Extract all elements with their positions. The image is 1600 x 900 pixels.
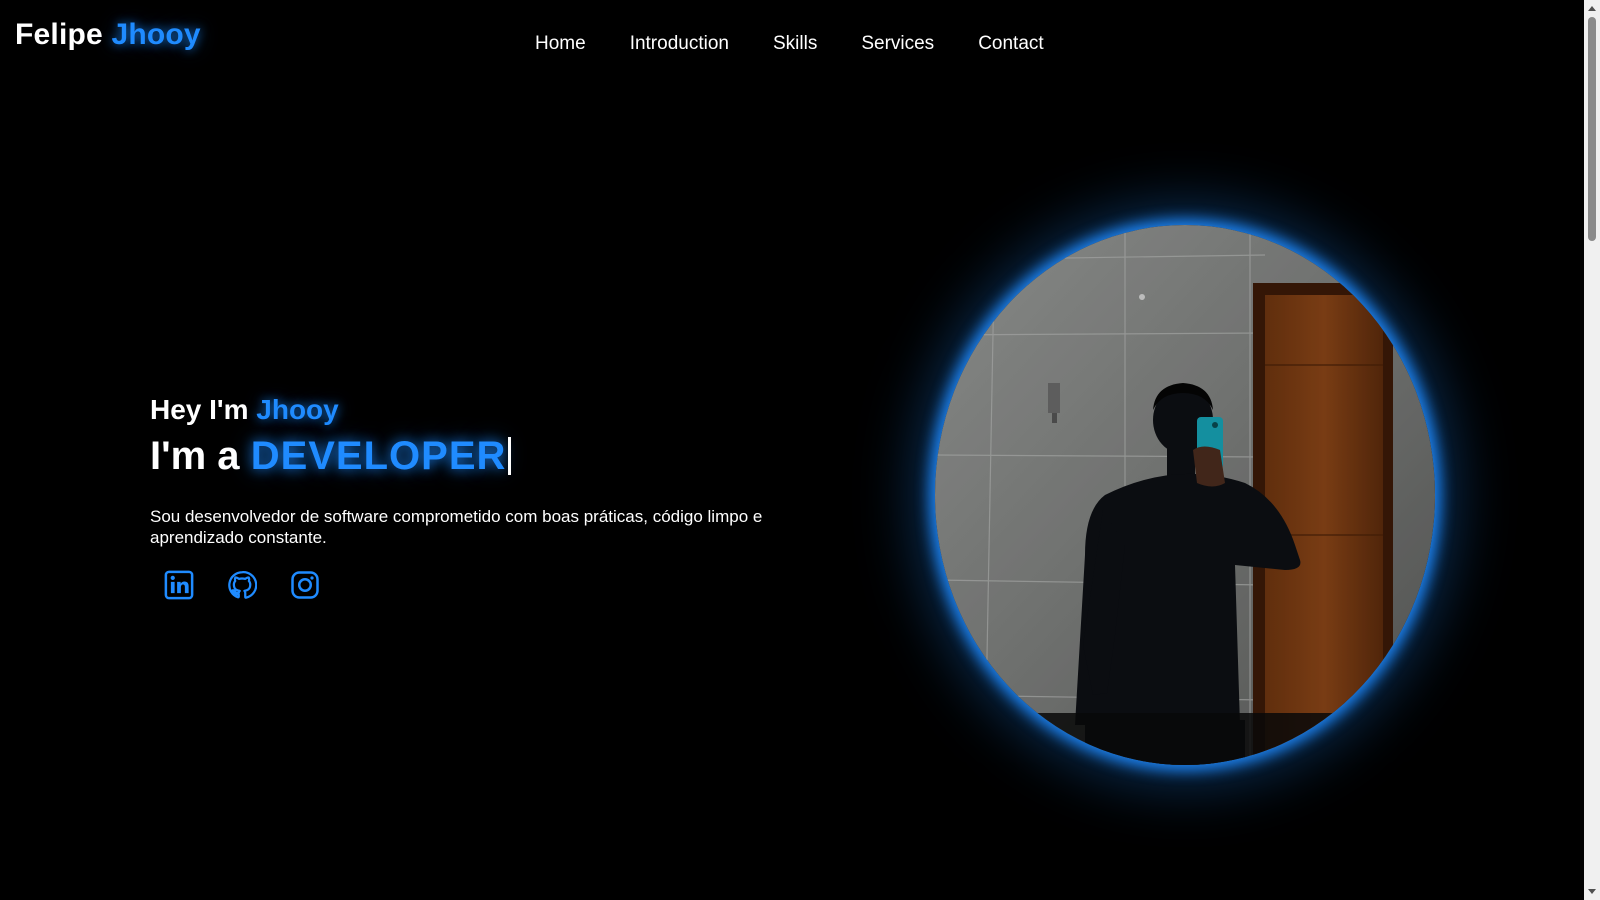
- greeting-name: Jhooy: [256, 394, 339, 425]
- nav-skills[interactable]: Skills: [773, 33, 817, 55]
- github-icon: [228, 571, 257, 599]
- role-heading: I'm a DEVELOPER: [150, 430, 810, 482]
- logo-first-name: Felipe: [15, 18, 103, 51]
- github-link[interactable]: [227, 570, 257, 600]
- content: Felipe Jhooy Home Introduction Skills Se…: [0, 0, 1584, 900]
- greeting-prefix: Hey I'm: [150, 394, 249, 425]
- instagram-link[interactable]: [290, 570, 320, 600]
- page: Felipe Jhooy Home Introduction Skills Se…: [0, 0, 1600, 900]
- profile-photo: [935, 225, 1435, 765]
- instagram-icon: [291, 571, 319, 599]
- main-nav: Home Introduction Skills Services Contac…: [535, 33, 1044, 55]
- vertical-scrollbar[interactable]: [1584, 0, 1600, 900]
- role-word: DEVELOPER: [250, 434, 507, 478]
- site-logo[interactable]: Felipe Jhooy: [15, 18, 201, 52]
- scroll-up-arrow-icon[interactable]: [1588, 6, 1596, 11]
- hero-description: Sou desenvolvedor de software comprometi…: [150, 507, 763, 547]
- nav-services[interactable]: Services: [861, 33, 934, 55]
- role-prefix: I'm a: [150, 434, 240, 478]
- nav-introduction[interactable]: Introduction: [630, 33, 729, 55]
- social-links: [164, 570, 810, 600]
- linkedin-icon: [164, 570, 194, 600]
- linkedin-link[interactable]: [164, 570, 194, 600]
- greeting-heading: Hey I'm Jhooy: [150, 392, 810, 428]
- scrollbar-thumb[interactable]: [1588, 17, 1596, 241]
- nav-home[interactable]: Home: [535, 33, 586, 55]
- scroll-down-arrow-icon[interactable]: [1588, 889, 1596, 894]
- logo-accent-name: Jhooy: [111, 18, 201, 51]
- hero-section: Hey I'm Jhooy I'm a DEVELOPER Sou desenv…: [150, 392, 810, 600]
- nav-contact[interactable]: Contact: [978, 33, 1043, 55]
- typing-caret: [508, 437, 512, 475]
- profile-photo-illustration: [935, 225, 1435, 765]
